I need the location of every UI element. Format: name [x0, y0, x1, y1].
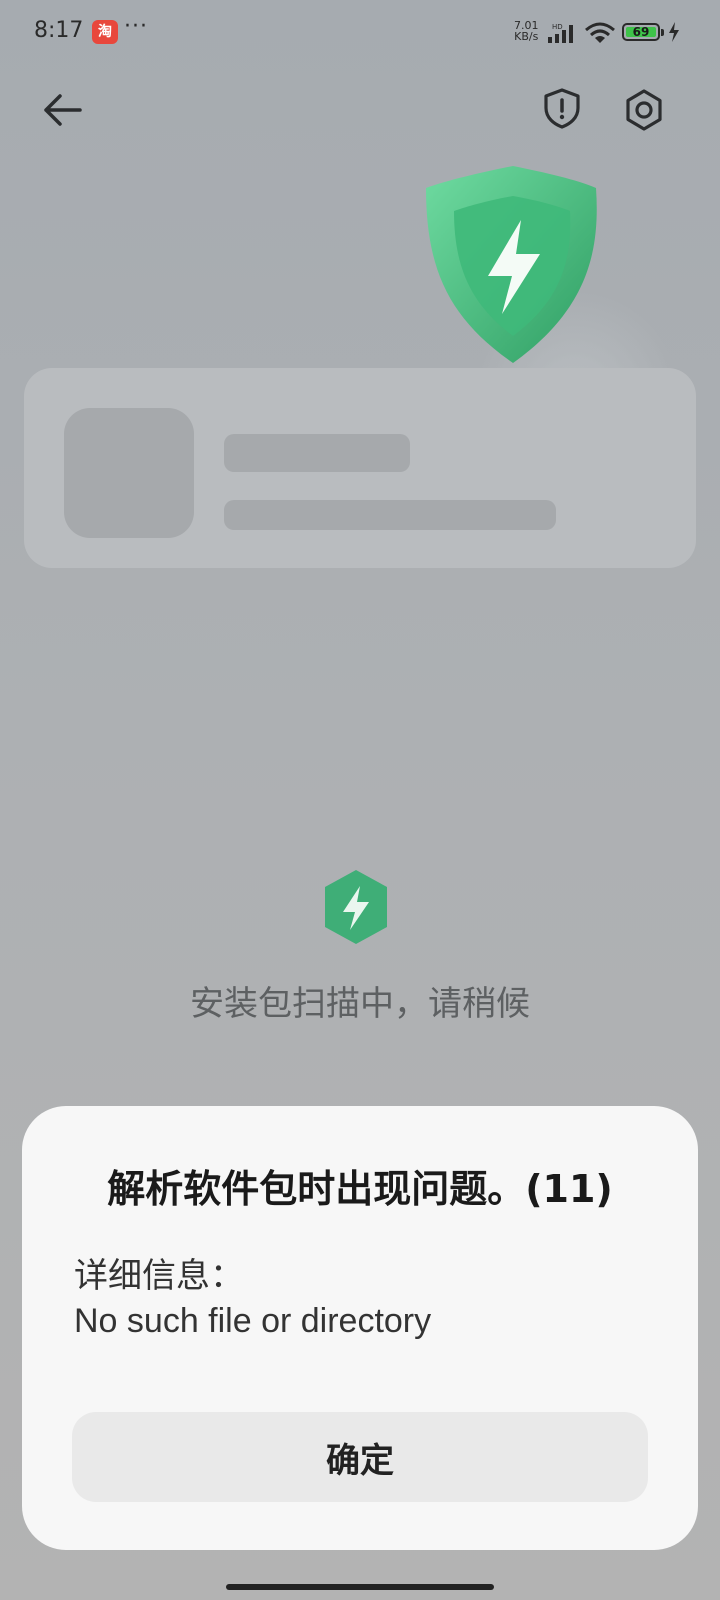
home-indicator[interactable]	[226, 1584, 494, 1590]
more-notifications-icon: ···	[124, 14, 148, 39]
details-message: No such file or directory	[74, 1302, 432, 1340]
details-label: 详细信息：	[74, 1256, 244, 1296]
settings-button[interactable]	[620, 86, 668, 134]
app-detail-placeholder	[224, 500, 556, 530]
battery-indicator: 69	[622, 23, 660, 41]
wifi-icon	[585, 22, 615, 43]
app-name-placeholder	[224, 434, 410, 472]
report-button[interactable]	[540, 86, 584, 130]
scan-status-text: 安装包扫描中，请稍候	[190, 984, 530, 1024]
status-bar: 8:17 淘 ··· 7.01 KB/s HD 69	[0, 0, 720, 64]
app-icon-placeholder	[64, 408, 194, 538]
back-button[interactable]	[40, 88, 84, 132]
security-shield-icon	[426, 166, 597, 363]
taobao-notification-icon: 淘	[92, 20, 118, 44]
error-dialog: 解析软件包时出现问题。(11) 详细信息： No such file or di…	[22, 1106, 698, 1550]
confirm-button[interactable]: 确定	[72, 1412, 648, 1502]
dialog-title: 解析软件包时出现问题。(11)	[107, 1167, 613, 1211]
network-speed-unit: KB/s	[514, 30, 539, 43]
charging-bolt-icon	[669, 22, 679, 42]
network-speed: 7.01 KB/s	[514, 20, 539, 42]
cellular-signal-icon: HD	[548, 23, 573, 43]
app-info-card	[24, 368, 696, 568]
status-time: 8:17	[34, 18, 84, 43]
hd-label: HD	[552, 23, 563, 31]
battery-tip	[661, 29, 664, 36]
shield-bolt-icon	[325, 870, 387, 944]
battery-level: 69	[632, 25, 650, 39]
